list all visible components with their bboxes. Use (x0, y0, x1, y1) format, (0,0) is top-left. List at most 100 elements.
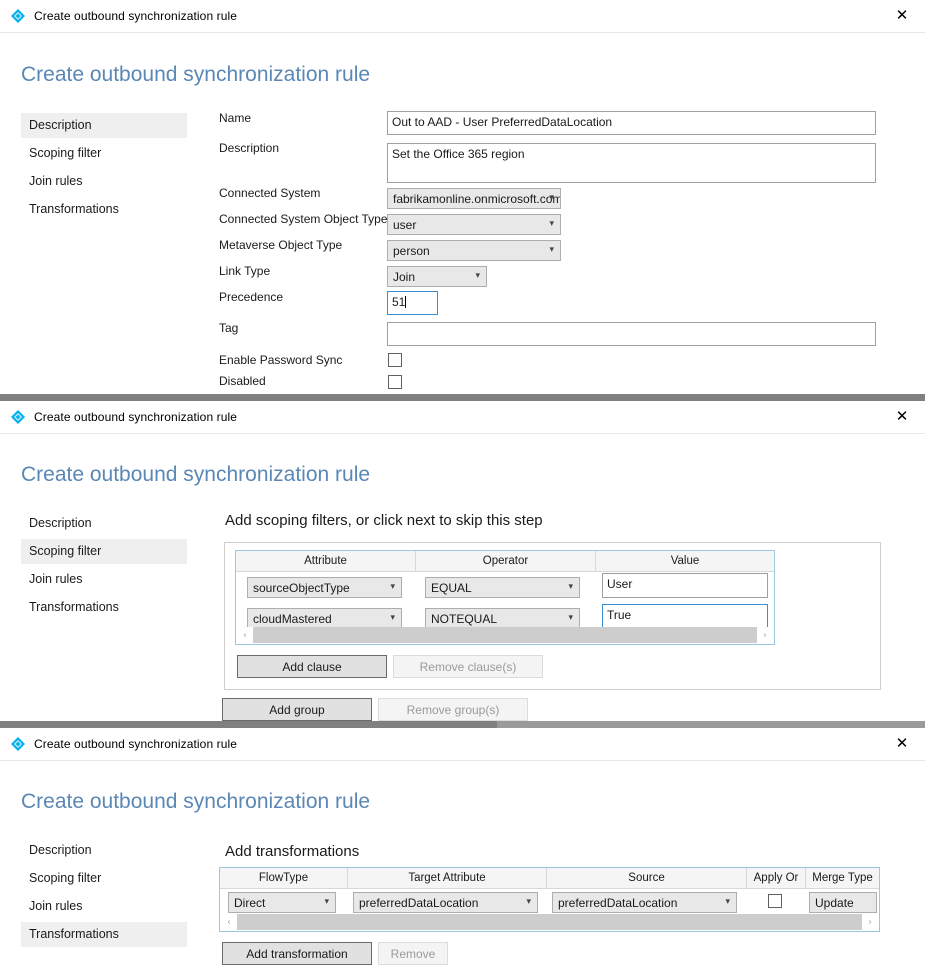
transformation-source-select-0[interactable]: preferredDataLocation ▾ (552, 892, 737, 913)
sidebar-item-scoping-filter-3[interactable]: Scoping filter (21, 866, 187, 891)
scroll-thumb[interactable] (237, 914, 862, 930)
column-header-source: Source (547, 868, 747, 888)
connected-system-select[interactable]: fabrikamonline.onmicrosoft.com ▾ (387, 188, 561, 209)
add-group-button[interactable]: Add group (222, 698, 372, 721)
clause-attribute-select-1[interactable]: cloudMastered ▾ (247, 608, 402, 629)
sidebar-item-join-rules-1[interactable]: Join rules (21, 169, 187, 194)
sidebar-item-transformations-2[interactable]: Transformations (21, 595, 187, 620)
sidebar-item-join-rules-3[interactable]: Join rules (21, 894, 187, 919)
column-header-target-attribute: Target Attribute (348, 868, 547, 888)
sidebar-item-transformations-3[interactable]: Transformations (21, 922, 187, 947)
transformation-target-attribute-value-0: preferredDataLocation (359, 896, 478, 910)
label-enable-password-sync: Enable Password Sync (219, 353, 342, 367)
chevron-down-icon: ▾ (324, 897, 329, 907)
enable-password-sync-checkbox[interactable] (388, 353, 402, 367)
clause-attribute-select-0[interactable]: sourceObjectType ▾ (247, 577, 402, 598)
transformations-hscrollbar[interactable]: ‹ › (221, 914, 878, 930)
sidebar-item-description-2[interactable]: Description (21, 511, 187, 536)
remove-group-button[interactable]: Remove group(s) (378, 698, 528, 721)
window-gap-1 (0, 394, 925, 401)
connected-system-value: fabrikamonline.onmicrosoft.com (393, 192, 561, 206)
chevron-down-icon: ▾ (725, 897, 730, 907)
close-icon-1[interactable]: ✕ (879, 0, 925, 31)
metaverse-object-type-select[interactable]: person ▾ (387, 240, 561, 261)
add-transformation-button[interactable]: Add transformation (222, 942, 372, 965)
connected-system-object-type-select[interactable]: user ▾ (387, 214, 561, 235)
scroll-right-icon[interactable]: › (862, 914, 878, 930)
chevron-down-icon: ▾ (526, 897, 531, 907)
transformation-apply-or-checkbox-0[interactable] (768, 894, 782, 908)
scroll-left-icon[interactable]: ‹ (221, 914, 237, 930)
chevron-down-icon: ▾ (568, 613, 573, 623)
sidebar-item-description-1[interactable]: Description (21, 113, 187, 138)
remove-clause-button[interactable]: Remove clause(s) (393, 655, 543, 678)
transformation-flowtype-value-0: Direct (234, 896, 265, 910)
chevron-down-icon: ▾ (549, 245, 554, 255)
tag-input[interactable] (387, 322, 876, 346)
transformation-target-attribute-select-0[interactable]: preferredDataLocation ▾ (353, 892, 538, 913)
close-icon-3[interactable]: ✕ (879, 728, 925, 759)
sidebar-item-transformations-1[interactable]: Transformations (21, 197, 187, 222)
sidebar-item-join-rules-2[interactable]: Join rules (21, 567, 187, 592)
add-group-label: Add group (269, 703, 324, 717)
remove-transformation-button[interactable]: Remove (378, 942, 448, 965)
clause-operator-select-1[interactable]: NOTEQUAL ▾ (425, 608, 580, 629)
label-name: Name (219, 111, 251, 125)
column-header-merge-type: Merge Type (806, 868, 879, 888)
scroll-right-icon[interactable]: › (757, 627, 773, 643)
clause-attribute-value-0: sourceObjectType (253, 581, 350, 595)
titlebar-title-3: Create outbound synchronization rule (34, 737, 237, 751)
nav-label: Join rules (29, 899, 83, 913)
clause-value-input-1[interactable]: True (602, 604, 768, 629)
transformation-merge-type-select-0[interactable]: Update (809, 892, 877, 913)
column-header-value: Value (596, 551, 774, 571)
label-precedence: Precedence (219, 290, 283, 304)
nav-label: Transformations (29, 600, 119, 614)
sidebar-item-description-3[interactable]: Description (21, 838, 187, 863)
label-description: Description (219, 141, 279, 155)
link-type-value: Join (393, 270, 415, 284)
nav-list-2: Description Scoping filter Join rules Tr… (21, 511, 187, 623)
chevron-down-icon: ▾ (390, 613, 395, 623)
screenshot-root: Create outbound synchronization rule ✕ C… (0, 0, 925, 975)
close-icon-2[interactable]: ✕ (879, 401, 925, 432)
transformations-grid-header: FlowType Target Attribute Source Apply O… (220, 868, 879, 889)
disabled-checkbox[interactable] (388, 375, 402, 389)
precedence-input[interactable]: 51 (387, 291, 438, 315)
clause-operator-value-1: NOTEQUAL (431, 612, 497, 626)
add-clause-label: Add clause (282, 660, 341, 674)
text-caret (405, 296, 406, 308)
column-header-operator: Operator (416, 551, 596, 571)
nav-label: Description (29, 118, 92, 132)
sidebar-item-scoping-filter-2[interactable]: Scoping filter (21, 539, 187, 564)
sidebar-item-scoping-filter-1[interactable]: Scoping filter (21, 141, 187, 166)
clause-attribute-value-1: cloudMastered (253, 612, 332, 626)
scroll-left-icon[interactable]: ‹ (237, 627, 253, 643)
nav-label: Description (29, 516, 92, 530)
window-transformations-step: Create outbound synchronization rule ✕ C… (0, 728, 925, 975)
description-textarea[interactable]: Set the Office 365 region (387, 143, 876, 183)
chevron-down-icon: ▾ (549, 193, 554, 203)
transformation-flowtype-select-0[interactable]: Direct ▾ (228, 892, 336, 913)
clause-operator-select-0[interactable]: EQUAL ▾ (425, 577, 580, 598)
clause-value-input-0[interactable]: User (602, 573, 768, 598)
name-input[interactable]: Out to AAD - User PreferredDataLocation (387, 111, 876, 135)
link-type-select[interactable]: Join ▾ (387, 266, 487, 287)
titlebar-3: Create outbound synchronization rule ✕ (0, 728, 925, 761)
scroll-thumb[interactable] (253, 627, 757, 643)
aad-connect-diamond-icon (10, 736, 26, 752)
label-connected-system: Connected System (219, 186, 320, 200)
nav-list-1: Description Scoping filter Join rules Tr… (21, 113, 187, 225)
column-header-flowtype: FlowType (220, 868, 348, 888)
titlebar-1: Create outbound synchronization rule ✕ (0, 0, 925, 33)
titlebar-title-2: Create outbound synchronization rule (34, 410, 237, 424)
chevron-down-icon: ▾ (549, 219, 554, 229)
label-tag: Tag (219, 321, 238, 335)
transformations-heading: Add transformations (225, 843, 359, 860)
page-title-2: Create outbound synchronization rule (21, 463, 370, 487)
label-disabled: Disabled (219, 374, 266, 388)
scoping-hscrollbar[interactable]: ‹ › (237, 627, 773, 643)
window-description-step: Create outbound synchronization rule ✕ C… (0, 0, 925, 394)
remove-group-label: Remove group(s) (407, 703, 500, 717)
add-clause-button[interactable]: Add clause (237, 655, 387, 678)
